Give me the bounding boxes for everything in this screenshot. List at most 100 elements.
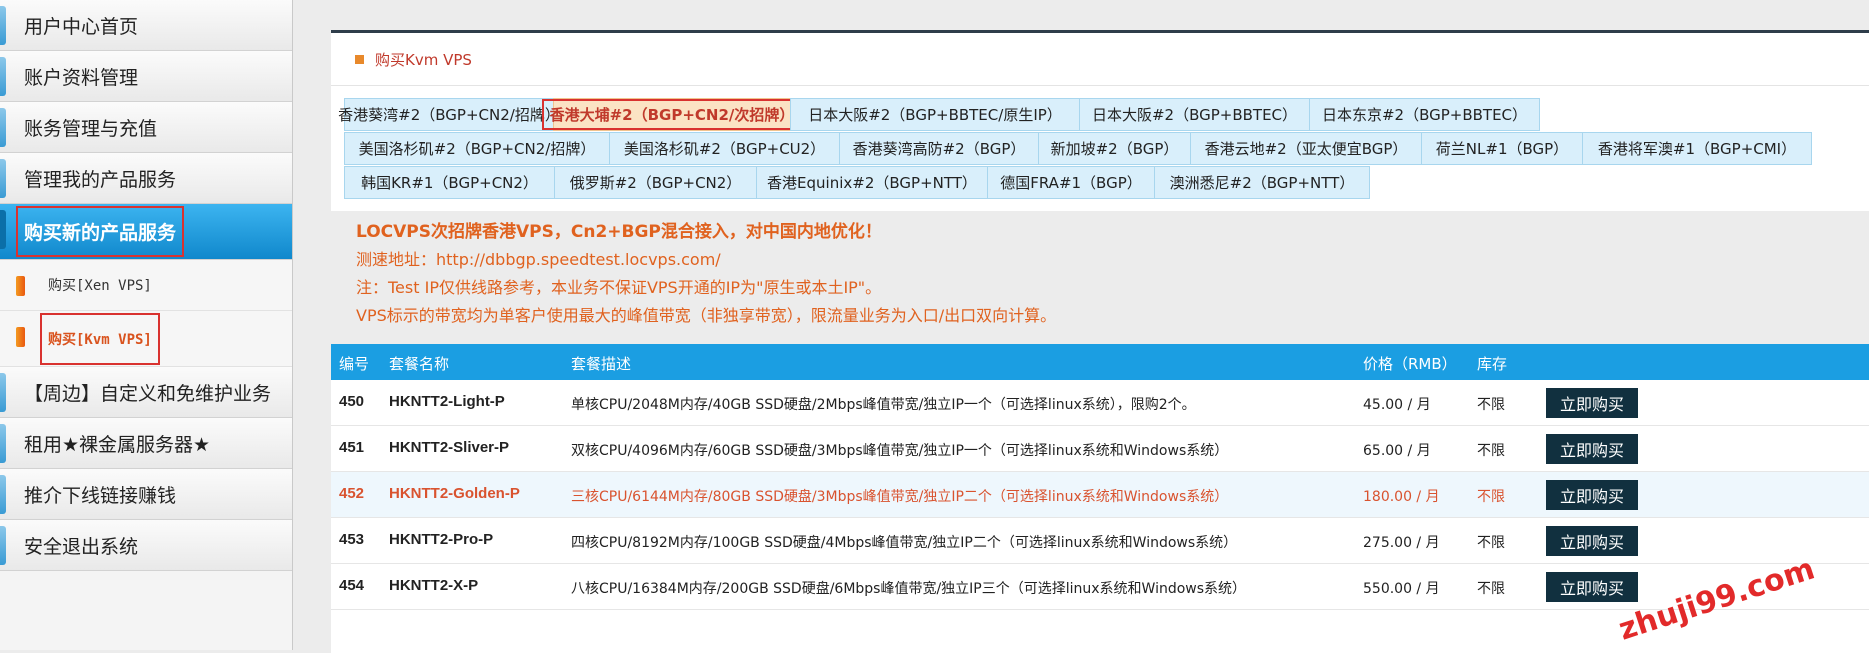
row-name: HKNTT2-Light-P bbox=[389, 393, 505, 410]
nav-edge-marker bbox=[0, 475, 6, 514]
row-id: 452 bbox=[339, 485, 365, 502]
sidebar-subitem-xen-vps[interactable]: 购买[Xen VPS] bbox=[0, 260, 292, 311]
column-header-id: 编号 bbox=[339, 355, 370, 373]
column-header-desc: 套餐描述 bbox=[571, 355, 632, 373]
tabs-row: 韩国KR#1（BGP+CN2） 俄罗斯#2（BGP+CN2） 香港Equinix… bbox=[344, 166, 1859, 199]
notice-speedtest: 测速地址：http://dbbgp.speedtest.locvps.com/ bbox=[356, 250, 721, 269]
table-row: 451 HKNTT2-Sliver-P 双核CPU/4096M内存/60GB S… bbox=[331, 426, 1869, 472]
sidebar-item-custom-services[interactable]: 【周边】自定义和免维护业务 bbox=[0, 367, 292, 418]
main-panel: 购买Kvm VPS 香港葵湾#2（BGP+CN2/招牌） 香港大埔#2（BGP+… bbox=[331, 30, 1869, 653]
location-tabs: 香港葵湾#2（BGP+CN2/招牌） 香港大埔#2（BGP+CN2/次招牌） 日… bbox=[338, 98, 1859, 200]
orange-bullet-icon bbox=[16, 276, 25, 296]
buy-now-button[interactable]: 立即购买 bbox=[1546, 572, 1638, 602]
row-id: 453 bbox=[339, 531, 365, 548]
tab-active-label: 香港大埔#2（BGP+CN2/次招牌） bbox=[541, 99, 803, 130]
row-name: HKNTT2-Sliver-P bbox=[389, 439, 510, 456]
row-stock: 不限 bbox=[1477, 443, 1505, 459]
buy-now-button[interactable]: 立即购买 bbox=[1546, 480, 1638, 510]
table-row: 454 HKNTT2-X-P 八核CPU/16384M内存/200GB SSD硬… bbox=[331, 564, 1869, 610]
sidebar-item-home[interactable]: 用户中心首页 bbox=[0, 0, 292, 51]
column-header-price: 价格（RMB） bbox=[1363, 355, 1457, 373]
row-desc: 三核CPU/6144M内存/80GB SSD硬盘/3Mbps峰值带宽/独立IP二… bbox=[571, 489, 1229, 505]
row-stock: 不限 bbox=[1477, 535, 1505, 551]
table-row: 453 HKNTT2-Pro-P 四核CPU/8192M内存/100GB SSD… bbox=[331, 518, 1869, 564]
tab-location[interactable]: 香港云地#2（亚太便宜BGP） bbox=[1190, 132, 1422, 165]
sidebar-item-logout[interactable]: 安全退出系统 bbox=[0, 520, 292, 571]
buy-now-button[interactable]: 立即购买 bbox=[1546, 388, 1638, 418]
square-bullet-icon bbox=[355, 54, 364, 64]
notice-headline: LOCVPS次招牌香港VPS，Cn2+BGP混合接入，对中国内地优化！ bbox=[356, 222, 882, 242]
tab-location-active[interactable]: 香港大埔#2（BGP+CN2/次招牌） bbox=[541, 98, 803, 131]
nav-edge-marker bbox=[0, 6, 6, 45]
row-name: HKNTT2-Pro-P bbox=[389, 531, 494, 548]
sidebar-item-label: 安全退出系统 bbox=[24, 535, 139, 558]
sidebar-item-label: 账户资料管理 bbox=[24, 66, 139, 89]
sidebar-item-referral[interactable]: 推介下线链接赚钱 bbox=[0, 469, 292, 520]
row-id: 451 bbox=[339, 439, 365, 456]
buy-now-button[interactable]: 立即购买 bbox=[1546, 434, 1638, 464]
sidebar-item-manage-products[interactable]: 管理我的产品服务 bbox=[0, 153, 292, 204]
sidebar-item-account[interactable]: 账户资料管理 bbox=[0, 51, 292, 102]
nav-edge-marker bbox=[0, 108, 6, 147]
tab-location[interactable]: 俄罗斯#2（BGP+CN2） bbox=[554, 166, 757, 199]
row-name: HKNTT2-Golden-P bbox=[389, 485, 520, 502]
tab-location[interactable]: 德国FRA#1（BGP） bbox=[987, 166, 1155, 199]
row-price: 275.00 / 月 bbox=[1363, 535, 1440, 551]
row-desc: 八核CPU/16384M内存/200GB SSD硬盘/6Mbps峰值带宽/独立I… bbox=[571, 581, 1247, 597]
sidebar-item-label: 租用★裸金属服务器★ bbox=[24, 433, 211, 456]
sidebar-item-billing[interactable]: 账务管理与充值 bbox=[0, 102, 292, 153]
row-price: 45.00 / 月 bbox=[1363, 397, 1431, 413]
tabs-row: 美国洛杉矶#2（BGP+CN2/招牌） 美国洛杉矶#2（BGP+CU2） 香港葵… bbox=[344, 132, 1859, 165]
nav-edge-marker bbox=[0, 526, 6, 565]
nav-edge-marker bbox=[0, 57, 6, 96]
tab-location[interactable]: 香港Equinix#2（BGP+NTT） bbox=[756, 166, 988, 199]
row-id: 450 bbox=[339, 393, 365, 410]
tab-location[interactable]: 美国洛杉矶#2（BGP+CU2） bbox=[609, 132, 840, 165]
page-title: 购买Kvm VPS bbox=[375, 50, 472, 69]
notice-bandwidth-note: VPS标示的带宽均为单客户使用最大的峰值带宽（非独享带宽），限流量业务为入口/出… bbox=[356, 306, 1057, 325]
sidebar-item-label: 【周边】自定义和免维护业务 bbox=[24, 382, 272, 405]
orange-bullet-icon bbox=[16, 327, 25, 347]
tab-location[interactable]: 香港将军澳#1（BGP+CMI） bbox=[1582, 132, 1812, 165]
notice-box: LOCVPS次招牌香港VPS，Cn2+BGP混合接入，对中国内地优化！ 测速地址… bbox=[331, 211, 1869, 344]
row-name: HKNTT2-X-P bbox=[389, 577, 479, 594]
panel-header: 购买Kvm VPS bbox=[331, 33, 1869, 86]
row-stock: 不限 bbox=[1477, 397, 1505, 413]
tab-location[interactable]: 荷兰NL#1（BGP） bbox=[1421, 132, 1583, 165]
row-stock: 不限 bbox=[1477, 489, 1505, 505]
tab-location[interactable]: 新加坡#2（BGP） bbox=[1038, 132, 1191, 165]
sidebar-item-bare-metal[interactable]: 租用★裸金属服务器★ bbox=[0, 418, 292, 469]
tab-location[interactable]: 日本大阪#2（BGP+BBTEC） bbox=[1079, 98, 1310, 131]
sidebar: 用户中心首页 账户资料管理 账务管理与充值 管理我的产品服务 购买新的产品服务 … bbox=[0, 0, 293, 650]
nav-edge-marker bbox=[0, 373, 6, 412]
row-id: 454 bbox=[339, 577, 365, 594]
nav-edge-marker bbox=[0, 210, 6, 249]
column-header-name: 套餐名称 bbox=[389, 355, 450, 373]
tab-location[interactable]: 韩国KR#1（BGP+CN2） bbox=[344, 166, 555, 199]
nav-edge-marker bbox=[0, 424, 6, 463]
row-desc: 单核CPU/2048M内存/40GB SSD硬盘/2Mbps峰值带宽/独立IP一… bbox=[571, 397, 1196, 413]
sidebar-subitem-label: 购买[Xen VPS] bbox=[48, 278, 152, 294]
table-row: 450 HKNTT2-Light-P 单核CPU/2048M内存/40GB SS… bbox=[331, 380, 1869, 426]
sidebar-item-label: 推介下线链接赚钱 bbox=[24, 484, 177, 507]
table-header: 编号 套餐名称 套餐描述 价格（RMB） 库存 bbox=[331, 344, 1869, 380]
sidebar-subitem-label: 购买[Kvm VPS] bbox=[40, 312, 160, 365]
row-desc: 四核CPU/8192M内存/100GB SSD硬盘/4Mbps峰值带宽/独立IP… bbox=[571, 535, 1238, 551]
sidebar-item-label: 账务管理与充值 bbox=[24, 117, 158, 140]
row-stock: 不限 bbox=[1477, 581, 1505, 597]
nav-edge-marker bbox=[0, 159, 6, 198]
row-price: 550.00 / 月 bbox=[1363, 581, 1440, 597]
row-price: 65.00 / 月 bbox=[1363, 443, 1431, 459]
tab-location[interactable]: 香港葵湾高防#2（BGP） bbox=[839, 132, 1039, 165]
sidebar-subitem-kvm-vps[interactable]: 购买[Kvm VPS] bbox=[0, 311, 292, 367]
sidebar-item-buy-products[interactable]: 购买新的产品服务 bbox=[0, 204, 292, 260]
row-desc: 双核CPU/4096M内存/60GB SSD硬盘/3Mbps峰值带宽/独立IP一… bbox=[571, 443, 1229, 459]
row-price: 180.00 / 月 bbox=[1363, 489, 1440, 505]
tab-location[interactable]: 日本东京#2（BGP+BBTEC） bbox=[1309, 98, 1540, 131]
tab-location[interactable]: 美国洛杉矶#2（BGP+CN2/招牌） bbox=[344, 132, 610, 165]
tab-location[interactable]: 日本大阪#2（BGP+BBTEC/原生IP） bbox=[790, 98, 1080, 131]
tab-location[interactable]: 澳洲悉尼#2（BGP+NTT） bbox=[1154, 166, 1370, 199]
buy-now-button[interactable]: 立即购买 bbox=[1546, 526, 1638, 556]
tab-location[interactable]: 香港葵湾#2（BGP+CN2/招牌） bbox=[338, 98, 560, 131]
sidebar-item-label: 用户中心首页 bbox=[24, 15, 139, 38]
